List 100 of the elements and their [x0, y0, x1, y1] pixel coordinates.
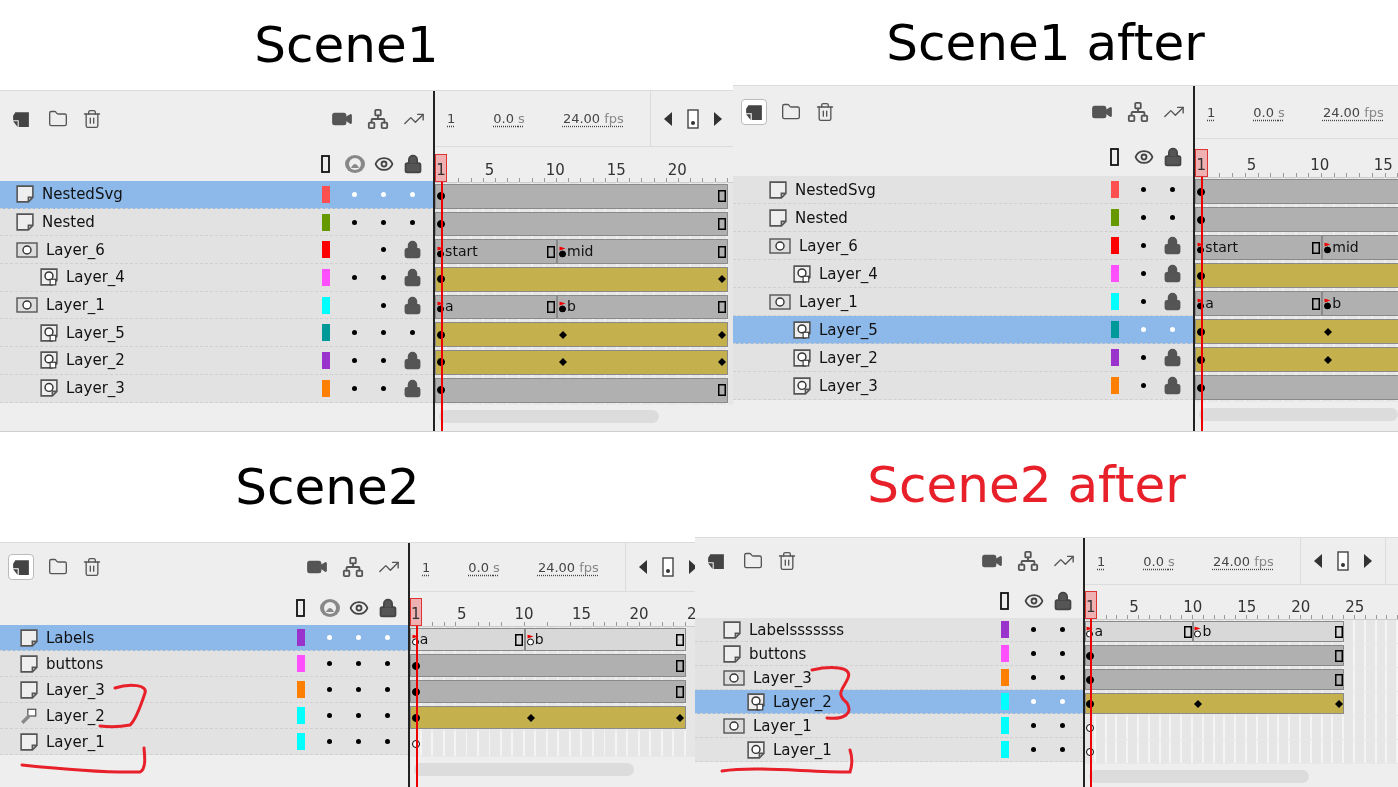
visibility-dot[interactable] — [1031, 747, 1036, 752]
delete-icon[interactable] — [815, 102, 835, 122]
time-readout[interactable]: 0.0 s — [1253, 104, 1285, 120]
onion-dot[interactable] — [352, 219, 357, 225]
visibility-dot[interactable] — [1141, 187, 1146, 192]
lock-dot[interactable] — [1060, 747, 1065, 752]
lock-icon[interactable] — [403, 267, 422, 287]
visibility-dot[interactable] — [381, 191, 386, 197]
frame-number[interactable]: 1 — [447, 111, 456, 126]
layer-row[interactable]: Layer_1 — [695, 714, 1083, 738]
lock-icon[interactable] — [403, 240, 422, 260]
previous-frame-icon[interactable] — [662, 110, 673, 127]
folder-icon[interactable] — [48, 557, 68, 577]
hierarchy-icon[interactable] — [342, 556, 364, 578]
frame-rate[interactable]: 24.00 fps — [537, 559, 599, 575]
lock-dot[interactable] — [385, 739, 390, 744]
layer-row[interactable]: Layer_6 — [0, 236, 433, 265]
onion-dot[interactable] — [352, 274, 357, 280]
onion-dot[interactable] — [352, 191, 357, 197]
lock-icon[interactable] — [1163, 348, 1182, 367]
time-readout[interactable]: 0.0 s — [493, 111, 525, 126]
layer-row[interactable]: Layer_1 — [0, 729, 408, 755]
scrollbar[interactable] — [414, 762, 634, 776]
outline-icon[interactable] — [1000, 592, 1009, 610]
frame-rate[interactable]: 24.00 fps — [1322, 104, 1384, 120]
new-layer-button[interactable] — [8, 554, 34, 580]
playhead[interactable]: 1 — [1195, 149, 1208, 177]
onion-dot[interactable] — [352, 385, 357, 391]
layer-row[interactable]: buttons — [695, 642, 1083, 666]
layer-row[interactable]: Layer_3 — [733, 372, 1193, 400]
lock-icon[interactable] — [402, 153, 423, 174]
lock-icon[interactable] — [1162, 147, 1183, 167]
layer-row[interactable]: Nested — [733, 204, 1193, 232]
playhead[interactable]: 1 — [410, 598, 422, 626]
lock-dot[interactable] — [1060, 699, 1065, 704]
eye-icon[interactable] — [1023, 591, 1044, 611]
lock-dot[interactable] — [1060, 651, 1065, 656]
onion-skin-icon[interactable] — [343, 153, 366, 174]
time-readout[interactable]: 0.0 s — [1143, 553, 1175, 569]
visibility-dot[interactable] — [1141, 383, 1146, 388]
previous-frame-icon[interactable] — [637, 559, 648, 575]
visibility-dot[interactable] — [356, 635, 361, 640]
lock-dot[interactable] — [1060, 627, 1065, 632]
visibility-dot[interactable] — [381, 274, 386, 280]
visibility-dot[interactable] — [381, 385, 386, 391]
layer-row[interactable]: Labelsssssss — [695, 618, 1083, 642]
visibility-dot[interactable] — [356, 661, 361, 666]
frame-indicator-icon[interactable] — [686, 108, 699, 129]
outline-icon[interactable] — [296, 599, 305, 617]
visibility-dot[interactable] — [1141, 299, 1146, 304]
lock-icon[interactable] — [403, 378, 422, 398]
scrollbar[interactable] — [439, 410, 659, 423]
layer-row[interactable]: Layer_5 — [0, 319, 433, 348]
scrollbar[interactable] — [1089, 769, 1309, 783]
lock-dot[interactable] — [385, 687, 390, 692]
layer-row[interactable]: Layer_3 — [695, 666, 1083, 690]
visibility-dot[interactable] — [1031, 723, 1036, 728]
time-readout[interactable]: 0.0 s — [468, 559, 500, 575]
layer-row[interactable]: buttons — [0, 651, 408, 677]
lock-dot[interactable] — [410, 219, 415, 225]
onion-dot[interactable] — [352, 357, 357, 363]
frame-rate[interactable]: 24.00 fps — [562, 111, 624, 126]
lock-icon[interactable] — [1052, 591, 1073, 611]
layer-row[interactable]: Layer_3 — [0, 374, 433, 403]
visibility-dot[interactable] — [1141, 215, 1146, 220]
onion-dot[interactable] — [327, 739, 332, 744]
next-frame-icon[interactable] — [712, 110, 723, 127]
onion-dot[interactable] — [352, 330, 357, 336]
onion-dot[interactable] — [327, 687, 332, 692]
layer-row[interactable]: Layer_2 — [695, 690, 1083, 714]
frame-rate[interactable]: 24.00 fps — [1212, 553, 1274, 569]
layer-row[interactable]: Layer_1 — [0, 291, 433, 320]
previous-frame-icon[interactable] — [1312, 553, 1323, 569]
visibility-dot[interactable] — [381, 302, 386, 308]
lock-icon[interactable] — [1163, 264, 1182, 283]
new-layer-button[interactable] — [741, 99, 767, 125]
visibility-dot[interactable] — [381, 357, 386, 363]
hierarchy-icon[interactable] — [367, 107, 389, 130]
layer-row[interactable]: Layer_2 — [733, 344, 1193, 372]
onion-skin-icon[interactable] — [318, 598, 341, 618]
frame-number[interactable]: 1 — [1097, 553, 1106, 569]
lock-icon[interactable] — [403, 350, 422, 370]
delete-icon[interactable] — [777, 551, 797, 571]
layer-row[interactable]: Layer_4 — [0, 264, 433, 292]
lock-dot[interactable] — [1170, 215, 1175, 220]
layer-row[interactable]: Layer_3 — [0, 677, 408, 703]
onion-dot[interactable] — [327, 713, 332, 718]
lock-dot[interactable] — [1060, 675, 1065, 680]
layer-row[interactable]: Layer_2 — [0, 703, 408, 729]
hierarchy-icon[interactable] — [1127, 101, 1149, 123]
delete-icon[interactable] — [82, 557, 102, 577]
delete-icon[interactable] — [82, 108, 102, 129]
visibility-dot[interactable] — [1031, 627, 1036, 632]
layer-row[interactable]: NestedSvg — [0, 181, 433, 209]
lock-dot[interactable] — [1170, 327, 1175, 332]
layer-row[interactable]: Layer_2 — [0, 347, 433, 375]
visibility-dot[interactable] — [1031, 699, 1036, 704]
frame-indicator-icon[interactable] — [661, 557, 674, 577]
frame-number[interactable]: 1 — [1207, 104, 1216, 120]
visibility-dot[interactable] — [1141, 243, 1146, 248]
